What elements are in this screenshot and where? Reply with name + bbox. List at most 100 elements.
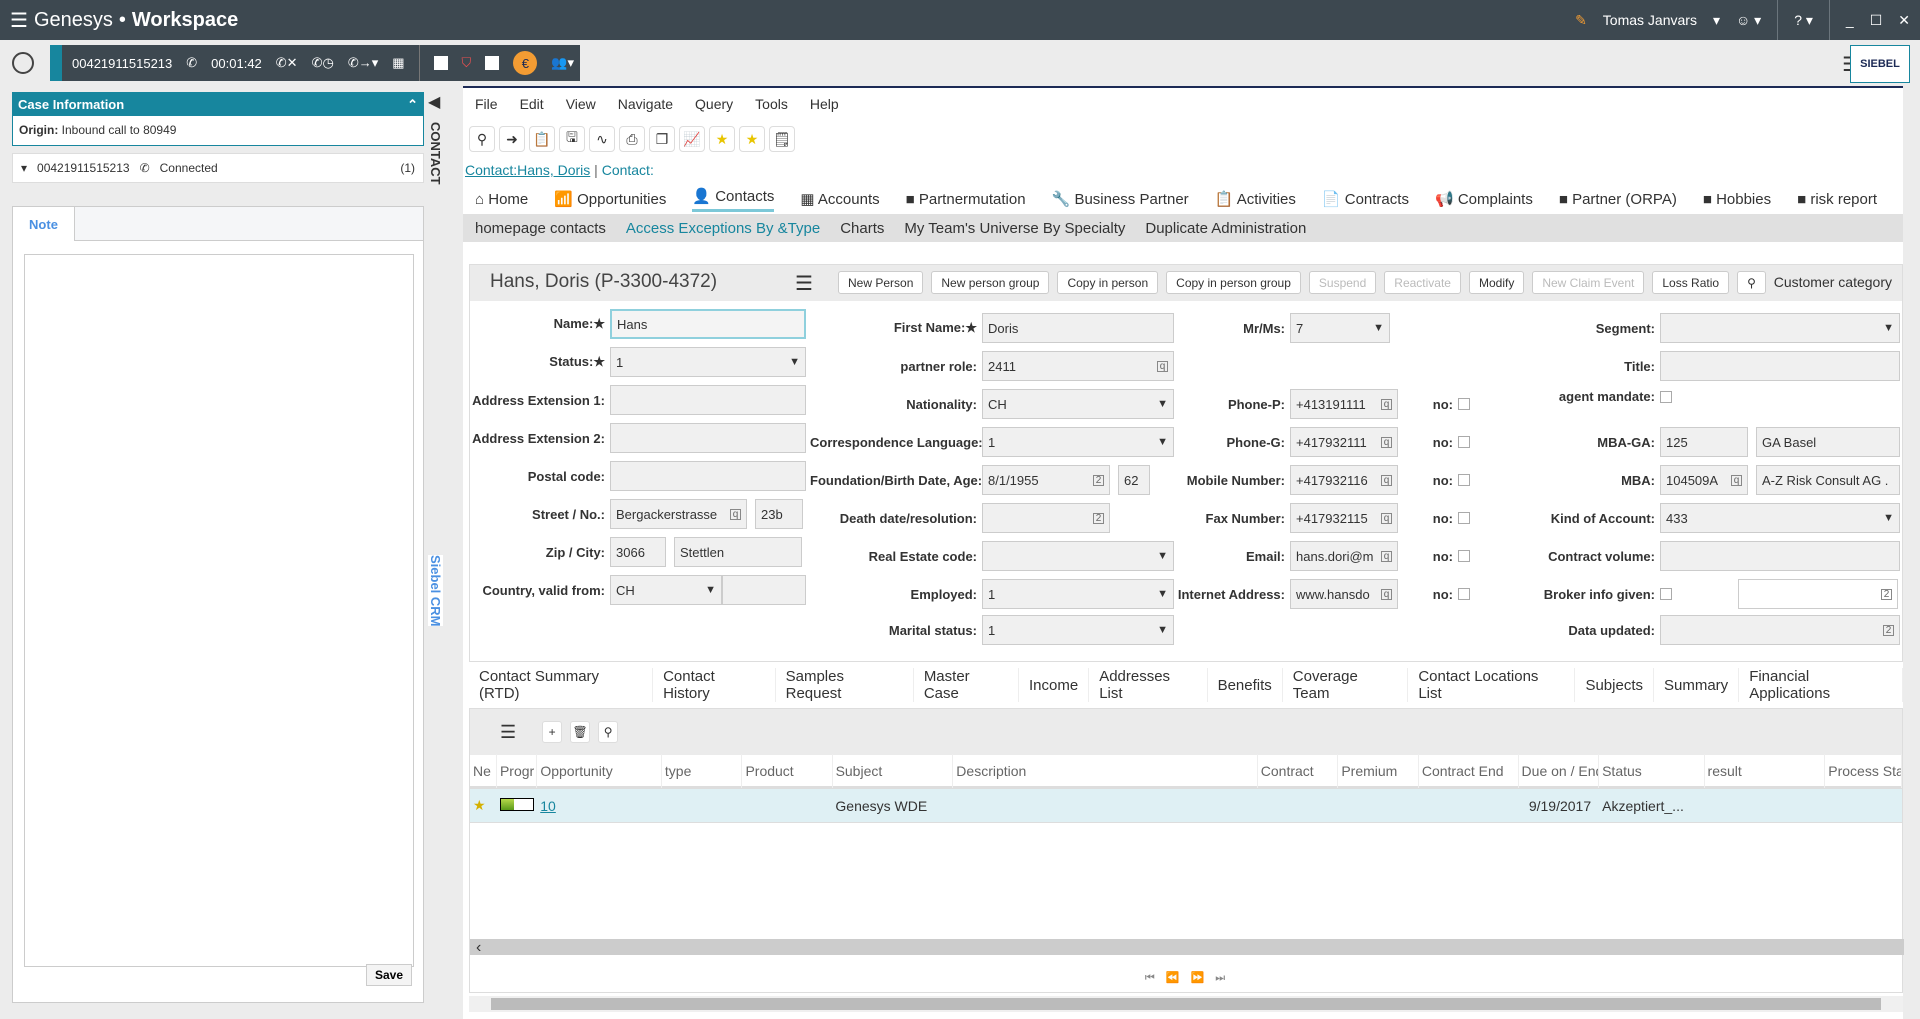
- language-select[interactable]: 1 ▼: [982, 427, 1174, 457]
- star-icon[interactable]: ★: [470, 797, 497, 814]
- minimize-icon[interactable]: _: [1846, 12, 1854, 28]
- copy-icon[interactable]: ❐: [649, 126, 675, 152]
- city-field[interactable]: Stettlen: [674, 537, 802, 567]
- child-tab-financial-applications[interactable]: Financial Applications: [1739, 668, 1903, 702]
- hangup-icon[interactable]: ✆✕: [276, 55, 298, 71]
- checkbox-icon[interactable]: [433, 56, 448, 70]
- tab-complaints[interactable]: 📢 Complaints: [1435, 190, 1533, 208]
- fax-no-checkbox[interactable]: [1458, 512, 1470, 524]
- column-header[interactable]: Contract: [1258, 753, 1339, 788]
- valid-from-field[interactable]: [722, 575, 806, 605]
- collapse-left-icon[interactable]: ◀: [428, 92, 452, 112]
- tab-home[interactable]: ⌂ Home: [475, 191, 528, 208]
- child-tab-subjects[interactable]: Subjects: [1575, 668, 1654, 702]
- help-icon[interactable]: ? ▾: [1794, 12, 1813, 29]
- menu-view[interactable]: View: [566, 96, 596, 112]
- broker-date-field[interactable]: 2: [1738, 579, 1898, 609]
- child-tab-benefits[interactable]: Benefits: [1208, 668, 1283, 702]
- menu-edit[interactable]: Edit: [520, 96, 544, 112]
- fax-field[interactable]: +417932115 q: [1290, 503, 1398, 533]
- segment-select[interactable]: ▼: [1660, 313, 1900, 343]
- marital-select[interactable]: 1 ▼: [982, 615, 1174, 645]
- salutation-select[interactable]: 7 ▼: [1290, 313, 1390, 343]
- search-icon[interactable]: ⚲: [598, 721, 619, 743]
- consult-icon[interactable]: 👥▾: [551, 55, 574, 71]
- column-header[interactable]: Description: [953, 753, 1258, 788]
- currency-icon[interactable]: €: [513, 51, 538, 75]
- country-select[interactable]: CH ▼: [610, 575, 722, 605]
- menu-help[interactable]: Help: [810, 96, 839, 112]
- street-no-field[interactable]: 23b: [755, 499, 803, 529]
- chart-icon[interactable]: 📈: [679, 126, 705, 152]
- list-horizontal-scrollbar[interactable]: ‹: [470, 939, 1904, 956]
- headset-icon[interactable]: ☺ ▾: [1736, 12, 1761, 29]
- child-tab-contact-locations-list[interactable]: Contact Locations List: [1408, 668, 1576, 702]
- maximize-icon[interactable]: ☐: [1870, 12, 1883, 29]
- phone-icon[interactable]: ✆: [186, 55, 197, 71]
- checkbox-icon[interactable]: [485, 56, 500, 70]
- phone-g-field[interactable]: +417932111 q: [1290, 427, 1398, 457]
- employed-select[interactable]: 1 ▼: [982, 579, 1174, 609]
- agent-status-icon[interactable]: ✎: [1575, 12, 1587, 29]
- save-icon[interactable]: 🖫: [559, 126, 585, 152]
- child-tab-coverage-team[interactable]: Coverage Team: [1283, 668, 1409, 702]
- form-button-copy-in-person[interactable]: Copy in person: [1057, 271, 1159, 294]
- list-menu-icon[interactable]: ☰: [500, 722, 516, 743]
- subnav-charts[interactable]: Charts: [840, 220, 884, 237]
- transfer-icon[interactable]: ✆→▾: [348, 55, 378, 71]
- siebel-crm-vertical-tab[interactable]: Siebel CRM: [428, 554, 443, 627]
- chevron-down-icon[interactable]: ▾: [1713, 12, 1720, 29]
- phone-p-no-checkbox[interactable]: [1458, 398, 1470, 410]
- partner-role-field[interactable]: 2411 q: [982, 351, 1174, 381]
- child-tab-samples-request[interactable]: Samples Request: [776, 668, 914, 702]
- child-tab-income[interactable]: Income: [1019, 668, 1090, 702]
- mba-field[interactable]: 104509A q: [1660, 465, 1748, 495]
- hold-icon[interactable]: ✆◷: [312, 55, 334, 71]
- form-button-loss-ratio[interactable]: Loss Ratio: [1652, 271, 1730, 294]
- menu-query[interactable]: Query: [695, 96, 733, 112]
- add-favorite-icon[interactable]: ★: [739, 126, 765, 152]
- notes-icon[interactable]: 🗒: [769, 126, 795, 152]
- form-button-modify[interactable]: Modify: [1468, 271, 1525, 294]
- postal-code-field[interactable]: [610, 461, 806, 491]
- nationality-select[interactable]: CH ▼: [982, 389, 1174, 419]
- child-tab-summary[interactable]: Summary: [1654, 668, 1740, 702]
- tab-opportunities[interactable]: 📶 Opportunities: [554, 190, 666, 208]
- column-header[interactable]: Status: [1599, 753, 1705, 788]
- dialpad-icon[interactable]: [12, 52, 34, 74]
- column-header[interactable]: Contract End: [1419, 753, 1519, 788]
- mba-ga-field[interactable]: 125: [1660, 427, 1748, 457]
- child-tab-addresses-list[interactable]: Addresses List: [1089, 668, 1208, 702]
- link-icon[interactable]: ∿: [589, 126, 615, 152]
- address-extension-2-field[interactable]: [610, 423, 806, 453]
- tab-business-partner[interactable]: 🔧 Business Partner: [1052, 190, 1189, 208]
- tab-hobbies[interactable]: ■ Hobbies: [1703, 191, 1771, 208]
- child-tab-contact-summary-rtd-[interactable]: Contact Summary (RTD): [469, 668, 654, 702]
- tab-contracts[interactable]: 📄 Contracts: [1322, 190, 1409, 208]
- keypad-icon[interactable]: ▦: [392, 55, 404, 71]
- close-icon[interactable]: ✕: [1898, 12, 1910, 29]
- print-icon[interactable]: ⎙: [619, 126, 645, 152]
- column-header[interactable]: Subject: [833, 753, 954, 788]
- child-tab-contact-history[interactable]: Contact History: [653, 668, 776, 702]
- tab-partner-orpa[interactable]: ■ Partner (ORPA): [1559, 191, 1677, 208]
- death-date-field[interactable]: 2: [982, 503, 1110, 533]
- first-name-field[interactable]: Doris: [982, 313, 1174, 343]
- case-header[interactable]: Case Information ⌃: [12, 92, 424, 116]
- search-icon[interactable]: ⚲: [469, 126, 495, 152]
- call-row[interactable]: ▾ 00421911515213 ✆ Connected (1): [12, 153, 424, 183]
- column-header[interactable]: Product: [742, 753, 833, 788]
- go-icon[interactable]: ➜: [499, 126, 525, 152]
- subnav-my-team[interactable]: My Team's Universe By Specialty: [904, 220, 1125, 237]
- subnav-access-exceptions[interactable]: Access Exceptions By &Type: [626, 220, 820, 237]
- contract-volume-field[interactable]: [1660, 541, 1900, 571]
- street-field[interactable]: Bergackerstrasse q: [610, 499, 747, 529]
- page-horizontal-scrollbar[interactable]: [469, 996, 1903, 1012]
- title-field[interactable]: [1660, 351, 1900, 381]
- user-menu[interactable]: Tomas Janvars: [1603, 12, 1697, 28]
- mobile-no-checkbox[interactable]: [1458, 474, 1470, 486]
- name-field[interactable]: Hans: [610, 309, 806, 339]
- clipboard-check-icon[interactable]: 📋: [529, 126, 555, 152]
- mobile-field[interactable]: +417932116 q: [1290, 465, 1398, 495]
- tab-accounts[interactable]: ▦ Accounts: [800, 190, 879, 208]
